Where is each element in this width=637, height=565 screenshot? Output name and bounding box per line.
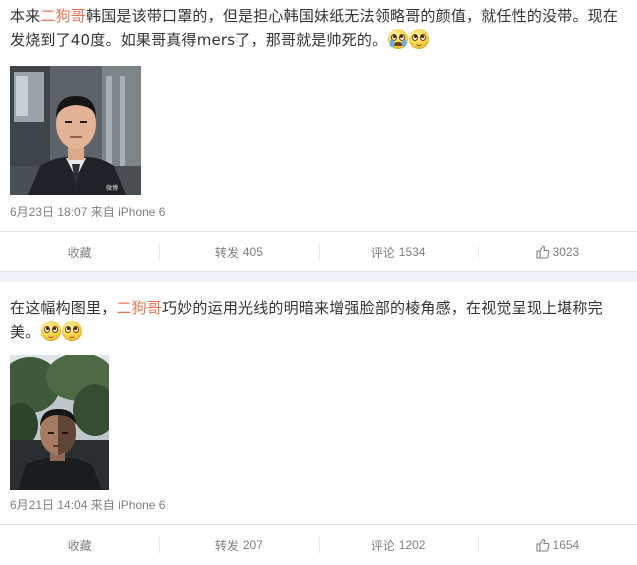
post-meta: 6月21日 14:04 来自 iPhone 6 [10, 496, 165, 513]
post-text-before: 本来 [10, 7, 41, 25]
post-photo[interactable]: 微博 [10, 66, 141, 195]
repost-count: 405 [242, 245, 263, 259]
like-count: 1654 [552, 538, 580, 552]
favorite-label: 收藏 [67, 245, 92, 260]
like-button[interactable]: 3023 [477, 232, 637, 272]
thumbs-up-icon [535, 538, 549, 552]
repost-label: 转发 [214, 245, 239, 260]
post-source-link[interactable]: iPhone 6 [118, 205, 165, 219]
repost-count: 207 [242, 538, 263, 552]
favorite-label: 收藏 [67, 538, 92, 553]
crying-face-icon [388, 29, 409, 49]
comment-button[interactable]: 评论 1202 [318, 525, 478, 565]
post-photo[interactable] [10, 355, 109, 490]
user-mention-link[interactable]: 二狗哥 [116, 299, 162, 317]
post-text: 本来二狗哥韩国是该带口罩的，但是担心韩国妹纸无法领略哥的颜值，就任性的没带。现在… [10, 4, 625, 52]
weibo-post: 本来二狗哥韩国是该带口罩的，但是担心韩国妹纸无法领略哥的颜值，就任性的没带。现在… [0, 0, 637, 271]
post-text-before: 在这幅构图里， [10, 299, 117, 317]
svg-text:微博: 微博 [106, 184, 118, 192]
repost-label: 转发 [214, 538, 239, 553]
post-text-after: 韩国是该带口罩的，但是担心韩国妹纸无法领略哥的颜值，就任性的没带。现在发烧到了4… [10, 7, 619, 49]
source-prefix: 来自 [90, 498, 115, 512]
post-date-link[interactable]: 6月23日 18:07 [10, 205, 87, 219]
user-mention-link[interactable]: 二狗哥 [40, 7, 86, 25]
weibo-post: 在这幅构图里，二狗哥巧妙的运用光线的明暗来增强脸部的棱角感，在视觉呈现上堪称完美… [0, 282, 637, 559]
favorite-button[interactable]: 收藏 [0, 232, 159, 272]
thumbs-up-icon [535, 245, 549, 259]
source-prefix: 来自 [90, 205, 115, 219]
pleading-face-icon [409, 29, 430, 49]
pleading-face-icon [62, 321, 83, 341]
favorite-button[interactable]: 收藏 [0, 525, 159, 565]
repost-button[interactable]: 转发 405 [159, 232, 318, 272]
comment-label: 评论 [370, 538, 395, 553]
post-meta: 6月23日 18:07 来自 iPhone 6 [10, 203, 165, 220]
post-date-link[interactable]: 6月21日 14:04 [10, 498, 87, 512]
pleading-face-icon [41, 321, 62, 341]
post-source-link[interactable]: iPhone 6 [118, 498, 165, 512]
repost-button[interactable]: 转发 207 [159, 525, 318, 565]
comment-button[interactable]: 评论 1534 [318, 232, 478, 272]
post-text: 在这幅构图里，二狗哥巧妙的运用光线的明暗来增强脸部的棱角感，在视觉呈现上堪称完美… [10, 296, 625, 344]
comment-count: 1202 [398, 538, 426, 552]
like-count: 3023 [552, 245, 580, 259]
post-action-bar: 收藏 转发 405 评论 1534 3023 [0, 231, 637, 272]
comment-label: 评论 [370, 245, 395, 260]
feed-separator [0, 271, 637, 282]
comment-count: 1534 [398, 245, 426, 259]
like-button[interactable]: 1654 [477, 525, 637, 565]
